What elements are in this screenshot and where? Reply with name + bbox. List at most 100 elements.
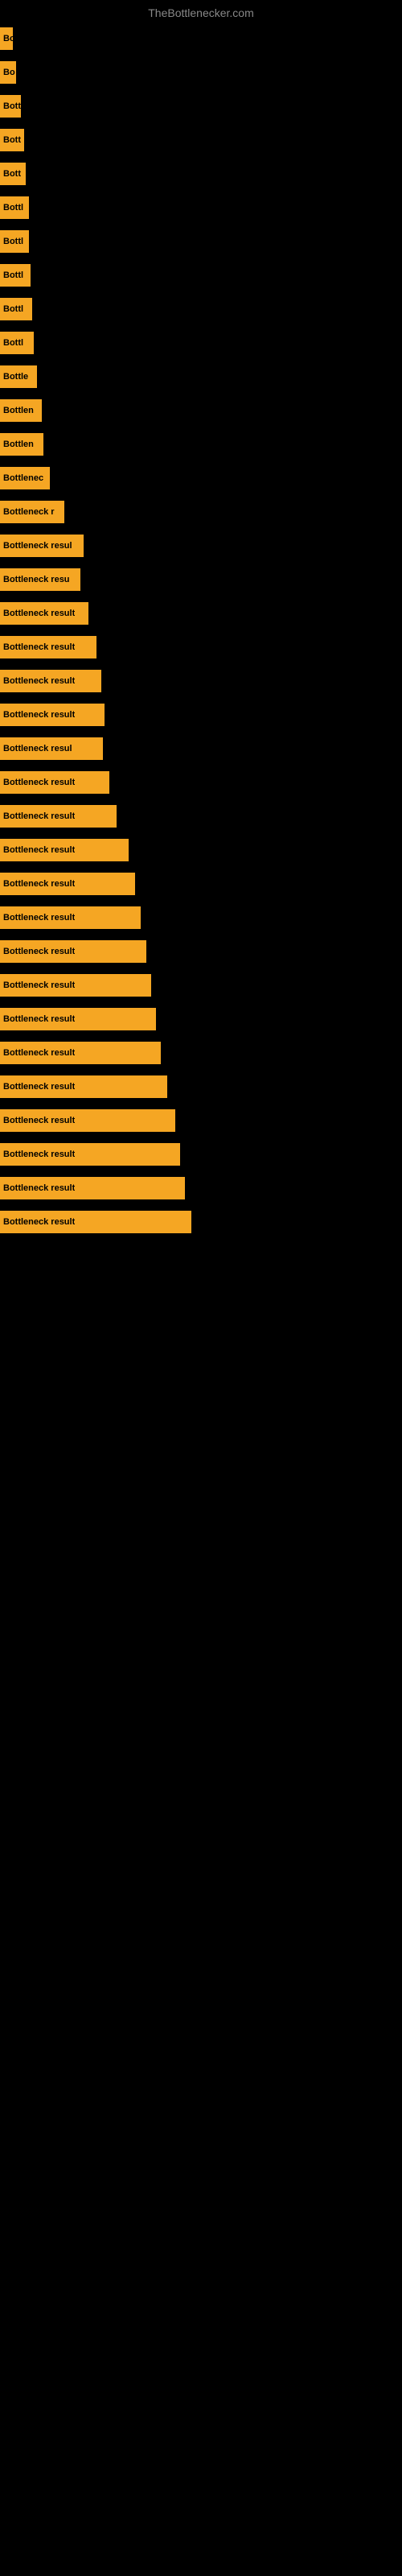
bar-11: Bottlen <box>0 399 42 422</box>
bar-18: Bottleneck result <box>0 636 96 658</box>
bar-row: Bottle <box>0 362 402 391</box>
bar-row: Bottl <box>0 328 402 357</box>
bar-row: Bottleneck result <box>0 1005 402 1034</box>
bar-5: Bottl <box>0 196 29 219</box>
bar-19: Bottleneck result <box>0 670 101 692</box>
bar-row: Bottleneck result <box>0 1208 402 1236</box>
bar-row: Bottleneck result <box>0 667 402 696</box>
bar-row: Bottleneck result <box>0 599 402 628</box>
bar-row: Bottleneck result <box>0 1140 402 1169</box>
bar-2: Bott <box>0 95 21 118</box>
bar-row: Bottleneck result <box>0 1038 402 1067</box>
bar-label-27: Bottleneck result <box>3 947 75 956</box>
bar-label-15: Bottleneck resul <box>3 541 72 551</box>
bar-8: Bottl <box>0 298 32 320</box>
bar-row: Bott <box>0 92 402 121</box>
bar-row: Bottleneck result <box>0 1072 402 1101</box>
bar-row: Bottl <box>0 295 402 324</box>
site-title: TheBottlenecker.com <box>0 0 402 26</box>
bar-10: Bottle <box>0 365 37 388</box>
bar-29: Bottleneck result <box>0 1008 156 1030</box>
bar-15: Bottleneck resul <box>0 535 84 557</box>
bar-label-13: Bottlenec <box>3 473 43 483</box>
bar-row: Bottleneck result <box>0 768 402 797</box>
bar-24: Bottleneck result <box>0 839 129 861</box>
bar-label-24: Bottleneck result <box>3 845 75 855</box>
bar-label-22: Bottleneck result <box>3 778 75 787</box>
bar-21: Bottleneck resul <box>0 737 103 760</box>
bar-row: Bottleneck resu <box>0 565 402 594</box>
bar-row: Bottlen <box>0 396 402 425</box>
bar-row: Bottleneck r <box>0 497 402 526</box>
bars-container: Bo Bo Bott Bott Bott Bottl Bottl Bottl Bottl Bott… <box>0 24 402 1241</box>
bar-3: Bott <box>0 129 24 151</box>
bar-row: Bottleneck resul <box>0 531 402 560</box>
bar-label-18: Bottleneck result <box>3 642 75 652</box>
bar-row: Bottleneck result <box>0 971 402 1000</box>
bar-26: Bottleneck result <box>0 906 141 929</box>
bar-17: Bottleneck result <box>0 602 88 625</box>
bar-row: Bott <box>0 159 402 188</box>
bar-label-20: Bottleneck result <box>3 710 75 720</box>
bar-row: Bottl <box>0 193 402 222</box>
bar-4: Bott <box>0 163 26 185</box>
bar-label-26: Bottleneck result <box>3 913 75 923</box>
bar-label-34: Bottleneck result <box>3 1183 75 1193</box>
bar-label-31: Bottleneck result <box>3 1082 75 1092</box>
bar-row: Bottlen <box>0 430 402 459</box>
bar-row: Bottleneck result <box>0 836 402 865</box>
bar-34: Bottleneck result <box>0 1177 185 1199</box>
bar-1: Bo <box>0 61 16 84</box>
bar-28: Bottleneck result <box>0 974 151 997</box>
bar-row: Bottleneck result <box>0 903 402 932</box>
bar-label-21: Bottleneck resul <box>3 744 72 753</box>
bar-label-9: Bottl <box>3 338 23 348</box>
bar-label-32: Bottleneck result <box>3 1116 75 1125</box>
bar-row: Bottleneck resul <box>0 734 402 763</box>
bar-label-28: Bottleneck result <box>3 980 75 990</box>
bar-label-1: Bo <box>3 68 15 77</box>
bar-9: Bottl <box>0 332 34 354</box>
bar-12: Bottlen <box>0 433 43 456</box>
bar-23: Bottleneck result <box>0 805 117 828</box>
bar-label-29: Bottleneck result <box>3 1014 75 1024</box>
bar-row: Bott <box>0 126 402 155</box>
bar-label-4: Bott <box>3 169 21 179</box>
bar-7: Bottl <box>0 264 31 287</box>
bar-22: Bottleneck result <box>0 771 109 794</box>
bar-label-6: Bottl <box>3 237 23 246</box>
bar-row: Bottleneck result <box>0 869 402 898</box>
bar-33: Bottleneck result <box>0 1143 180 1166</box>
bar-label-17: Bottleneck result <box>3 609 75 618</box>
bar-label-11: Bottlen <box>3 406 34 415</box>
bar-label-33: Bottleneck result <box>3 1150 75 1159</box>
bar-row: Bottl <box>0 227 402 256</box>
bar-row: Bottleneck result <box>0 700 402 729</box>
bar-label-7: Bottl <box>3 270 23 280</box>
bar-row: Bottleneck result <box>0 1174 402 1203</box>
bar-30: Bottleneck result <box>0 1042 161 1064</box>
bar-label-12: Bottlen <box>3 440 34 449</box>
bar-row: Bo <box>0 24 402 53</box>
bar-row: Bottlenec <box>0 464 402 493</box>
bar-6: Bottl <box>0 230 29 253</box>
bar-row: Bo <box>0 58 402 87</box>
bar-31: Bottleneck result <box>0 1075 167 1098</box>
bar-row: Bottleneck result <box>0 633 402 662</box>
bar-0: Bo <box>0 27 13 50</box>
bar-16: Bottleneck resu <box>0 568 80 591</box>
bar-row: Bottleneck result <box>0 937 402 966</box>
bar-label-35: Bottleneck result <box>3 1217 75 1227</box>
bar-20: Bottleneck result <box>0 704 105 726</box>
bar-label-30: Bottleneck result <box>3 1048 75 1058</box>
bar-label-25: Bottleneck result <box>3 879 75 889</box>
bar-label-0: Bo <box>3 34 13 43</box>
bar-25: Bottleneck result <box>0 873 135 895</box>
bar-label-2: Bott <box>3 101 21 111</box>
bar-14: Bottleneck r <box>0 501 64 523</box>
bar-label-16: Bottleneck resu <box>3 575 70 584</box>
bar-label-5: Bottl <box>3 203 23 213</box>
bar-label-10: Bottle <box>3 372 28 382</box>
bar-label-3: Bott <box>3 135 21 145</box>
bar-label-19: Bottleneck result <box>3 676 75 686</box>
